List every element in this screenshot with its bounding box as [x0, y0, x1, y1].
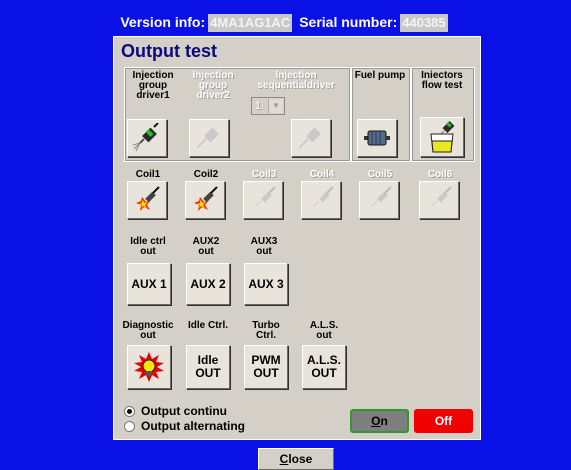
beaker-icon	[430, 120, 455, 153]
fuel-pump-label: Fuel pump	[354, 70, 406, 81]
injector-icon	[196, 127, 219, 149]
output-test-panel: Output test Injection group driver1 Inje…	[113, 36, 481, 440]
injector-driver1-button[interactable]	[127, 119, 167, 157]
spark-plug-icon	[312, 186, 334, 208]
sequential-driver-select[interactable]: 1 ▼	[251, 97, 285, 115]
radio-output-alternating[interactable]: Output alternating	[124, 419, 245, 433]
spark-plug-icon	[136, 186, 160, 211]
idle-out-button[interactable]: Idle OUT	[186, 345, 230, 389]
radio-output-continu[interactable]: Output continu	[124, 404, 227, 418]
spark-plug-icon	[370, 186, 392, 208]
version-label: Version info:	[120, 14, 206, 30]
injectors-flow-test-button[interactable]	[420, 117, 464, 157]
aux2-button[interactable]: AUX 2	[186, 263, 230, 305]
radio-output-continu-label: Output continu	[141, 404, 227, 418]
aux2-out-label: AUX2 out	[192, 236, 220, 257]
pwm-out-button[interactable]: PWM OUT	[244, 345, 288, 389]
close-button[interactable]: Close	[258, 448, 334, 470]
sequential-driver-value: 1	[255, 100, 262, 112]
diagnostic-lamp-icon	[134, 352, 164, 382]
idle-ctrl-label: Idle Ctrl.	[188, 320, 229, 331]
coil3-button[interactable]	[243, 181, 283, 219]
injection-driver2-label: Injection group driver2	[192, 70, 234, 101]
spark-plug-icon	[254, 186, 276, 208]
header-bar: Version info: 4MA1AG1AC Serial number: 440…	[0, 12, 571, 33]
spark-plug-icon	[430, 186, 452, 208]
injector-icon	[298, 127, 321, 149]
radio-selected-icon[interactable]	[124, 405, 135, 417]
injector-icon	[132, 123, 159, 152]
diagnostic-out-button[interactable]	[127, 345, 171, 389]
coil4-button[interactable]	[301, 181, 341, 219]
coil6-label: Coil6	[427, 169, 453, 180]
aux3-out-label: AUX3 out	[250, 236, 278, 257]
radio-unselected-icon[interactable]	[124, 420, 135, 432]
turbo-ctrl-label: Turbo Ctrl.	[252, 320, 280, 341]
coil1-button[interactable]	[127, 181, 167, 219]
als-out-button[interactable]: A.L.S. OUT	[302, 345, 346, 389]
coil5-label: Coil5	[367, 169, 393, 180]
coil2-button[interactable]	[185, 181, 225, 219]
als-out-label: A.L.S. out	[309, 320, 339, 341]
fuel-pump-button[interactable]	[357, 119, 397, 157]
radio-output-alternating-label: Output alternating	[141, 419, 245, 433]
aux3-button[interactable]: AUX 3	[244, 263, 288, 305]
panel-title: Output test	[121, 41, 217, 61]
off-button[interactable]: Off	[414, 409, 473, 433]
coil2-label: Coil2	[193, 169, 219, 180]
serial-label: Serial number:	[299, 14, 398, 30]
injector-driver2-button[interactable]	[189, 119, 229, 157]
injection-driver1-label: Injection group driver1	[132, 70, 174, 101]
idle-ctrl-out-label: Idle ctrl out	[130, 236, 166, 257]
injectors-flow-test-label: Iniectors flow test	[421, 70, 463, 91]
coil4-label: Coil4	[309, 169, 335, 180]
serial-value: 440385	[400, 14, 448, 33]
aux1-button[interactable]: AUX 1	[127, 263, 171, 305]
version-value: 4MA1AG1AC	[208, 14, 293, 33]
coil5-button[interactable]	[359, 181, 399, 219]
coil3-label: Coil3	[251, 169, 277, 180]
spark-plug-icon	[194, 186, 218, 211]
chevron-down-icon[interactable]: ▼	[268, 99, 283, 113]
diagnostic-out-label: Diagnostic out	[122, 320, 174, 341]
injector-sequential-button[interactable]	[291, 119, 331, 157]
coil1-label: Coil1	[135, 169, 161, 180]
injection-sequential-label: Injection sequentialdriver	[257, 70, 335, 91]
fuel-pump-icon	[364, 130, 390, 146]
on-button[interactable]: On	[350, 409, 409, 433]
coil6-button[interactable]	[419, 181, 459, 219]
